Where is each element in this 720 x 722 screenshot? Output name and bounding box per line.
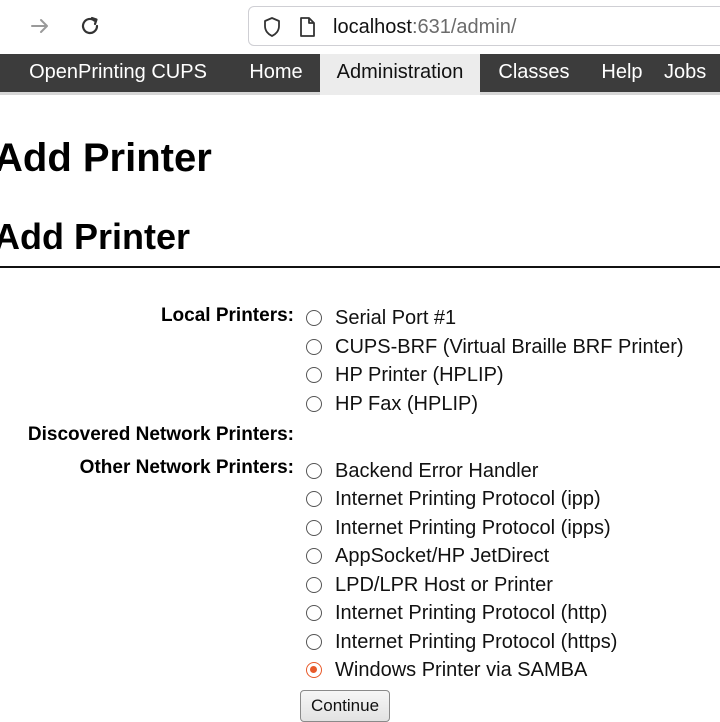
cups-navigation: OpenPrinting CUPS Home Administration Cl… (0, 54, 720, 95)
radio-label: AppSocket/HP JetDirect (335, 545, 550, 567)
discovered-network-printers-label: Discovered Network Printers: (27, 424, 294, 445)
radio-option-windows-samba[interactable]: Windows Printer via SAMBA (306, 657, 587, 683)
radio-button[interactable] (306, 605, 322, 621)
radio-label: LPD/LPR Host or Printer (335, 574, 553, 596)
radio-option-hp-printer[interactable]: HP Printer (HPLIP) (306, 362, 504, 388)
radio-option-cups-brf[interactable]: CUPS-BRF (Virtual Braille BRF Printer) (306, 334, 684, 360)
nav-help[interactable]: Help (588, 54, 656, 92)
radio-button[interactable] (306, 634, 322, 650)
radio-button[interactable] (306, 520, 322, 536)
nav-openprinting-cups[interactable]: OpenPrinting CUPS (0, 54, 236, 92)
radio-option-lpd-lpr[interactable]: LPD/LPR Host or Printer (306, 572, 553, 598)
section-heading: Add Printer (0, 216, 191, 257)
radio-label: HP Fax (HPLIP) (335, 393, 478, 415)
radio-label: Backend Error Handler (335, 460, 539, 482)
url-text[interactable]: localhost:631/admin/ (333, 16, 516, 38)
radio-label: Internet Printing Protocol (ipps) (335, 517, 611, 539)
radio-label: Serial Port #1 (335, 307, 457, 329)
nav-administration[interactable]: Administration (320, 54, 480, 95)
radio-button[interactable] (306, 310, 322, 326)
radio-label: Internet Printing Protocol (ipp) (335, 488, 601, 510)
radio-label: CUPS-BRF (Virtual Braille BRF Printer) (335, 336, 684, 358)
radio-option-backend-error-handler[interactable]: Backend Error Handler (306, 458, 538, 484)
radio-button[interactable] (306, 548, 322, 564)
radio-label: Windows Printer via SAMBA (335, 659, 588, 681)
radio-option-https[interactable]: Internet Printing Protocol (https) (306, 629, 617, 655)
continue-button[interactable]: Continue (300, 690, 390, 722)
address-bar[interactable]: localhost:631/admin/ (248, 6, 720, 46)
nav-home[interactable]: Home (236, 54, 316, 92)
radio-button[interactable] (306, 491, 322, 507)
radio-option-http[interactable]: Internet Printing Protocol (http) (306, 600, 607, 626)
heading-divider (0, 266, 720, 268)
nav-jobs[interactable]: Jobs (664, 54, 720, 92)
shield-icon[interactable] (261, 16, 283, 38)
radio-button[interactable] (306, 367, 322, 383)
reload-icon (81, 16, 99, 35)
radio-button[interactable] (306, 396, 322, 412)
local-printers-label: Local Printers: (160, 305, 294, 326)
forward-arrow-icon (31, 19, 48, 33)
radio-option-serial-port[interactable]: Serial Port #1 (306, 305, 456, 331)
forward-button[interactable] (24, 10, 56, 42)
page-icon[interactable] (297, 16, 317, 38)
radio-option-ipps[interactable]: Internet Printing Protocol (ipps) (306, 515, 611, 541)
other-network-printers-label: Other Network Printers: (79, 457, 294, 478)
radio-option-ipp[interactable]: Internet Printing Protocol (ipp) (306, 486, 601, 512)
url-path: :631/admin/ (411, 16, 517, 38)
radio-button[interactable] (306, 339, 322, 355)
reload-button[interactable] (74, 10, 106, 42)
radio-label: HP Printer (HPLIP) (335, 364, 504, 386)
radio-label: Internet Printing Protocol (http) (335, 602, 608, 624)
radio-option-appsocket[interactable]: AppSocket/HP JetDirect (306, 543, 549, 569)
radio-button[interactable] (306, 577, 322, 593)
nav-classes[interactable]: Classes (480, 54, 588, 92)
radio-option-hp-fax[interactable]: HP Fax (HPLIP) (306, 391, 478, 417)
url-host: localhost (333, 16, 412, 38)
page-title: Add Printer (0, 136, 212, 180)
radio-button[interactable] (306, 463, 322, 479)
radio-button-selected[interactable] (306, 662, 322, 678)
radio-label: Internet Printing Protocol (https) (335, 631, 618, 653)
browser-toolbar: localhost:631/admin/ (0, 0, 720, 54)
